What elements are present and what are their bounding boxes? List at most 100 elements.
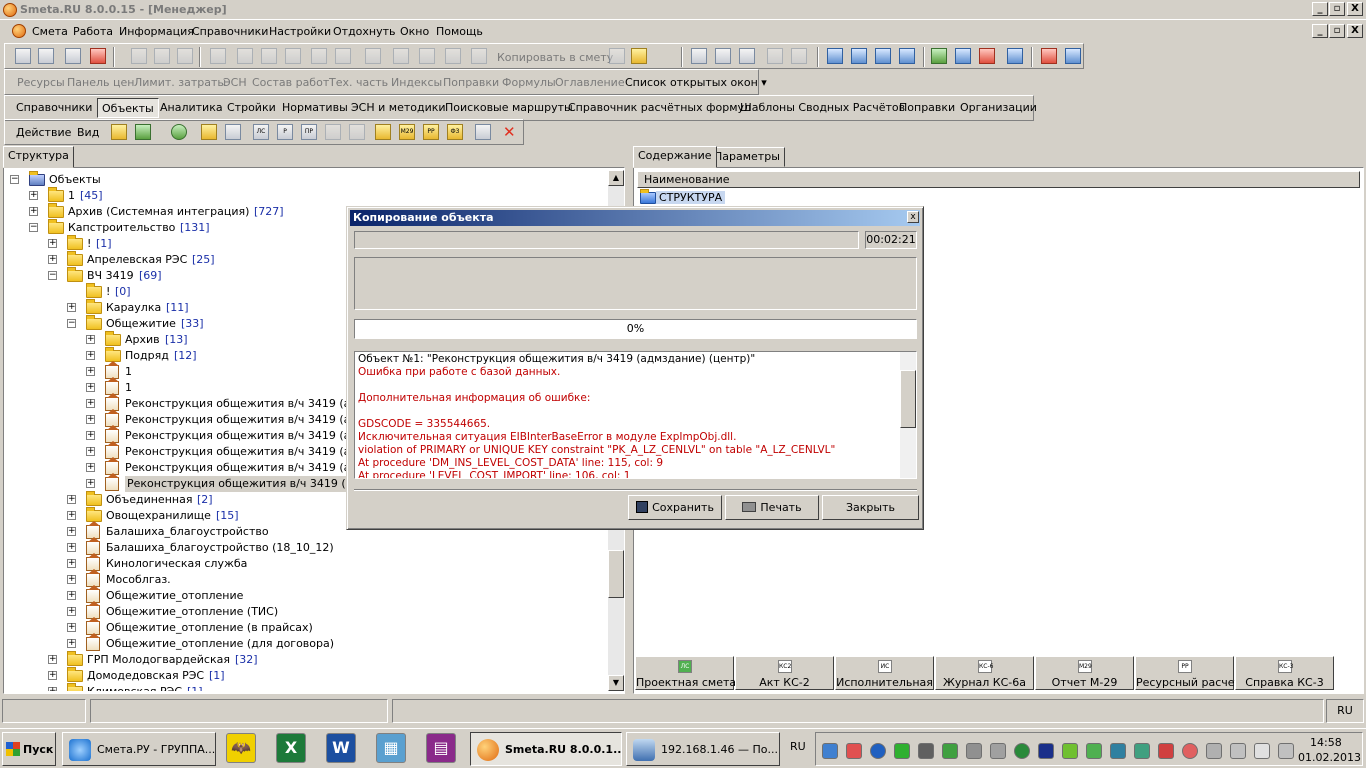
object-tree-icon[interactable] (225, 124, 241, 140)
tab-normativy[interactable]: Нормативы (282, 101, 348, 114)
tray-icon-12[interactable] (1086, 743, 1102, 759)
tray-icon-5[interactable] (918, 743, 934, 759)
menu-otdohnut[interactable]: Отдохнуть (333, 25, 396, 38)
maximize-button[interactable]: ▫ (1329, 2, 1345, 16)
tray-icon-16[interactable] (1182, 743, 1198, 759)
btn-oglavlenie[interactable]: Оглавление (555, 76, 625, 89)
menu-okno[interactable]: Окно (400, 25, 429, 38)
doc-button[interactable]: КС-3 Справка КС-3 (1235, 656, 1334, 690)
save-button[interactable]: Сохранить (628, 495, 722, 520)
expand-icon[interactable]: + (67, 623, 76, 632)
menu-spravochniki[interactable]: Справочники (192, 25, 268, 38)
folder-icon[interactable] (631, 48, 647, 64)
scroll-down-icon[interactable]: ▼ (608, 675, 624, 691)
task-rdp[interactable]: 192.168.1.46 — По... (626, 732, 780, 766)
volume-icon[interactable] (1278, 743, 1294, 759)
expand-icon[interactable]: + (48, 671, 57, 680)
print-button[interactable]: Печать (725, 495, 819, 520)
tab-analytics[interactable]: Аналитика (160, 101, 223, 114)
child-maximize-button[interactable]: ▫ (1329, 24, 1345, 38)
doc-button[interactable]: КС-6 Журнал КС-6а (935, 656, 1034, 690)
align2-icon[interactable] (899, 48, 915, 64)
tree-icon[interactable] (15, 48, 31, 64)
tray-icon-18[interactable] (1230, 743, 1246, 759)
batman-icon[interactable]: 🦇 (226, 733, 256, 763)
action-menu[interactable]: Действие (16, 126, 71, 139)
f3-icon[interactable]: Ф3 (447, 124, 463, 140)
network-icon[interactable]: ▦ (376, 733, 406, 763)
expand-icon[interactable]: + (86, 431, 95, 440)
r-icon[interactable] (715, 48, 731, 64)
log-scroll-thumb[interactable] (900, 370, 916, 428)
truck-icon[interactable] (955, 48, 971, 64)
expand-icon[interactable]: + (86, 351, 95, 360)
signal-icon[interactable] (1254, 743, 1270, 759)
undo-icon[interactable] (177, 48, 193, 64)
expand-icon[interactable]: + (86, 335, 95, 344)
expand-icon[interactable]: + (86, 383, 95, 392)
edit-icon[interactable] (365, 48, 381, 64)
books-icon[interactable] (1065, 48, 1081, 64)
menu-info[interactable]: Информация (119, 25, 194, 38)
tray-icon-11[interactable] (1062, 743, 1078, 759)
view-menu[interactable]: Вид (77, 126, 99, 139)
tab-formulas[interactable]: Справочник расчётных формул (568, 101, 751, 114)
tray-icon-2[interactable] (846, 743, 862, 759)
taskbar-lang[interactable]: RU (790, 740, 806, 753)
dialog-close-icon[interactable]: x (907, 211, 919, 223)
expand-icon[interactable]: + (48, 239, 57, 248)
tray-icon-6[interactable] (942, 743, 958, 759)
flag-icon[interactable] (1206, 743, 1222, 759)
r-doc-icon[interactable]: Р (277, 124, 293, 140)
btn-indexes[interactable]: Индексы (391, 76, 442, 89)
expand-icon[interactable]: + (86, 463, 95, 472)
task-ie[interactable]: Смета.РУ - ГРУППА... (62, 732, 216, 766)
cut-icon[interactable] (393, 48, 409, 64)
copy-icon[interactable] (419, 48, 435, 64)
tab-params[interactable]: Параметры (709, 147, 785, 167)
column-header[interactable]: Наименование (637, 171, 1360, 188)
start-button[interactable]: Пуск (2, 732, 56, 766)
tray-icon-ru[interactable] (1038, 743, 1054, 759)
add-item-icon[interactable] (285, 48, 301, 64)
delete-icon[interactable] (210, 48, 226, 64)
minimize-button[interactable]: _ (1312, 2, 1328, 16)
expand-icon[interactable]: + (67, 543, 76, 552)
m29-icon[interactable]: М29 (399, 124, 415, 140)
refresh-icon[interactable] (171, 124, 187, 140)
doc-button[interactable]: РР Ресурсный расчет (1135, 656, 1241, 690)
tab-templates[interactable]: Шаблоны Сводных Расчётов (740, 101, 905, 114)
doc-button[interactable]: М29 Отчет М-29 (1035, 656, 1134, 690)
doc-button[interactable]: ЛС Проектная смета (635, 656, 736, 690)
expand-icon[interactable]: + (48, 687, 57, 691)
expand-icon[interactable]: + (86, 367, 95, 376)
new-folder-icon[interactable] (111, 124, 127, 140)
clock-date[interactable]: 01.02.2013 (1298, 751, 1361, 764)
expand-icon[interactable]: + (67, 607, 76, 616)
table-icon[interactable] (65, 48, 81, 64)
move-down-icon[interactable] (335, 48, 351, 64)
tab-content[interactable]: Содержание (633, 146, 717, 168)
copy-doc-icon[interactable] (609, 48, 625, 64)
collapse-icon[interactable]: − (67, 319, 76, 328)
car-icon[interactable] (1007, 48, 1023, 64)
tray-icon-14[interactable] (1134, 743, 1150, 759)
tray-icon-4[interactable] (894, 743, 910, 759)
tray-icon-13[interactable] (1110, 743, 1126, 759)
scroll-thumb[interactable] (608, 550, 624, 598)
btn-limit[interactable]: Лимит. затраты (134, 76, 226, 89)
close-dialog-button[interactable]: Закрыть (822, 495, 919, 520)
expand-icon[interactable]: + (67, 591, 76, 600)
task-smeta[interactable]: Smeta.RU 8.0.0.1... (470, 732, 622, 766)
align-icon[interactable] (875, 48, 891, 64)
brush-icon[interactable] (90, 48, 106, 64)
ls-icon[interactable] (691, 48, 707, 64)
paste-icon[interactable] (445, 48, 461, 64)
doc-button[interactable]: КС2 Акт КС-2 (735, 656, 834, 690)
expand-icon[interactable]: + (48, 655, 57, 664)
bluetooth-icon[interactable] (870, 743, 886, 759)
expand-icon[interactable]: + (67, 511, 76, 520)
pin-icon[interactable] (471, 48, 487, 64)
expand-icon[interactable]: + (29, 191, 38, 200)
indent-icon[interactable] (827, 48, 843, 64)
